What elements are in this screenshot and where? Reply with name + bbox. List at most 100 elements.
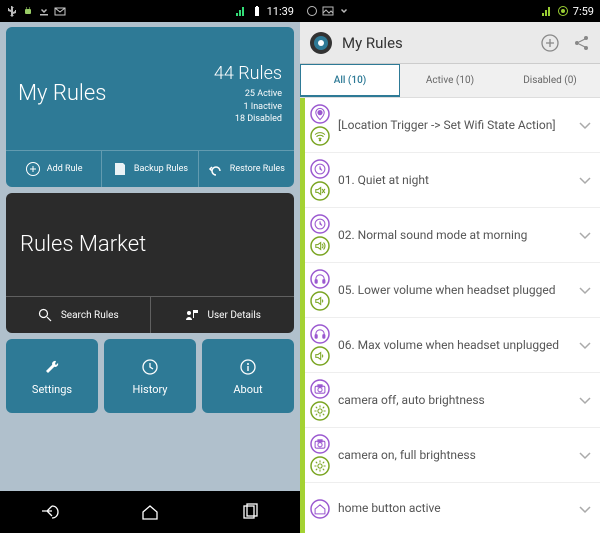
- android-icon: [22, 5, 34, 17]
- card-rules-market: Rules Market Search Rules User Details: [6, 193, 294, 333]
- battery-icon: [251, 5, 263, 17]
- chevron-down-icon[interactable]: [576, 391, 594, 409]
- mute-icon: [310, 181, 330, 201]
- rule-row[interactable]: camera on, full brightness: [300, 428, 600, 483]
- nav-home-button[interactable]: [130, 497, 170, 527]
- share-button[interactable]: [572, 33, 592, 53]
- about-button[interactable]: About: [202, 339, 294, 413]
- app-logo-icon: [308, 30, 334, 56]
- signal-icon: [541, 5, 553, 17]
- user-details-label: User Details: [208, 310, 261, 321]
- brightness-icon: [310, 401, 330, 421]
- plus-circle-icon: [25, 161, 41, 177]
- location-icon: [310, 104, 330, 124]
- clock-icon: [310, 214, 330, 234]
- rule-row[interactable]: [Location Trigger -> Set Wifi State Acti…: [300, 98, 600, 153]
- nav-recent-button[interactable]: [230, 497, 270, 527]
- clock-icon: [140, 357, 160, 377]
- header-title: My Rules: [342, 34, 403, 52]
- rules-count: 44 Rules: [214, 61, 282, 86]
- volume-icon: [310, 346, 330, 366]
- rule-icons: [310, 269, 330, 311]
- statusbar-right: 7:59: [300, 0, 600, 22]
- about-label: About: [233, 383, 262, 396]
- brightness-icon: [310, 456, 330, 476]
- rule-icons: [310, 499, 330, 519]
- rule-label: 01. Quiet at night: [338, 172, 576, 188]
- rule-label: 05. Lower volume when headset plugged: [338, 282, 576, 298]
- card-my-rules: My Rules 44 Rules 25 Active 1 Inactive 1…: [6, 27, 294, 187]
- tab-active[interactable]: Active (10): [400, 64, 500, 97]
- mail-icon: [54, 5, 66, 17]
- chevron-down-icon[interactable]: [576, 116, 594, 134]
- rule-label: [Location Trigger -> Set Wifi State Acti…: [338, 117, 576, 133]
- rule-label: camera on, full brightness: [338, 447, 576, 463]
- chevron-down-icon[interactable]: [576, 336, 594, 354]
- chevron-down-icon[interactable]: [576, 226, 594, 244]
- rules-inactive-count: 1 Inactive: [214, 101, 282, 114]
- rule-icons: [310, 379, 330, 421]
- chevron-down-icon[interactable]: [576, 446, 594, 464]
- tab-disabled[interactable]: Disabled (0): [500, 64, 600, 97]
- history-button[interactable]: History: [104, 339, 196, 413]
- rule-icons: [310, 104, 330, 146]
- headset-icon: [310, 269, 330, 289]
- chevron-down-icon[interactable]: [576, 281, 594, 299]
- battery-icon: [557, 5, 569, 17]
- search-rules-button[interactable]: Search Rules: [6, 297, 150, 333]
- rule-row[interactable]: 06. Max volume when headset unplugged: [300, 318, 600, 373]
- statusbar-left: 11:39: [0, 0, 300, 22]
- backup-rules-label: Backup Rules: [134, 164, 188, 174]
- phone-left: 11:39 My Rules 44 Rules 25 Active 1 Inac…: [0, 0, 300, 533]
- camera-icon: [310, 379, 330, 399]
- history-label: History: [133, 383, 168, 396]
- restore-rules-button[interactable]: Restore Rules: [198, 151, 294, 187]
- tabs: All (10) Active (10) Disabled (0): [300, 64, 600, 98]
- save-icon: [112, 161, 128, 177]
- clock-icon: [310, 159, 330, 179]
- rule-label: camera off, auto brightness: [338, 392, 576, 408]
- wrench-icon: [42, 357, 62, 377]
- sound-icon: [310, 236, 330, 256]
- user-details-button[interactable]: User Details: [150, 297, 295, 333]
- rule-icons: [310, 159, 330, 201]
- signal-icon: [235, 5, 247, 17]
- wifi-icon: [310, 126, 330, 146]
- chevron-down-icon[interactable]: [576, 171, 594, 189]
- chevron-down-icon[interactable]: [576, 500, 594, 518]
- rules-list[interactable]: [Location Trigger -> Set Wifi State Acti…: [300, 98, 600, 533]
- rule-row[interactable]: camera off, auto brightness: [300, 373, 600, 428]
- my-rules-title: My Rules: [18, 81, 106, 106]
- volume-icon: [310, 291, 330, 311]
- rule-row[interactable]: 05. Lower volume when headset plugged: [300, 263, 600, 318]
- app-header: My Rules: [300, 22, 600, 64]
- rule-row[interactable]: 02. Normal sound mode at morning: [300, 208, 600, 263]
- rule-row[interactable]: home button active: [300, 483, 600, 533]
- statusbar-time: 11:39: [267, 5, 294, 18]
- add-rule-button[interactable]: Add Rule: [6, 151, 101, 187]
- rule-icons: [310, 214, 330, 256]
- search-icon: [37, 307, 53, 323]
- info-icon: [238, 357, 258, 377]
- backup-rules-button[interactable]: Backup Rules: [101, 151, 197, 187]
- rule-label: home button active: [338, 500, 576, 516]
- settings-label: Settings: [32, 383, 72, 396]
- circle-icon: [306, 5, 318, 17]
- settings-button[interactable]: Settings: [6, 339, 98, 413]
- android-navbar: [0, 491, 300, 533]
- nav-back-button[interactable]: [30, 497, 70, 527]
- tab-all[interactable]: All (10): [300, 64, 400, 97]
- phone-right: 7:59 My Rules All (10) Active (10) Disab…: [300, 0, 600, 533]
- usb-icon: [6, 5, 18, 17]
- restore-rules-label: Restore Rules: [230, 164, 285, 174]
- camera-icon: [310, 434, 330, 454]
- add-button[interactable]: [540, 33, 560, 53]
- rule-label: 02. Normal sound mode at morning: [338, 227, 576, 243]
- search-rules-label: Search Rules: [61, 310, 119, 321]
- rule-row[interactable]: 01. Quiet at night: [300, 153, 600, 208]
- add-rule-label: Add Rule: [47, 164, 83, 174]
- my-rules-stats: 44 Rules 25 Active 1 Inactive 18 Disable…: [214, 61, 282, 126]
- rule-label: 06. Max volume when headset unplugged: [338, 337, 576, 353]
- download-icon: [38, 5, 50, 17]
- rules-active-count: 25 Active: [214, 88, 282, 101]
